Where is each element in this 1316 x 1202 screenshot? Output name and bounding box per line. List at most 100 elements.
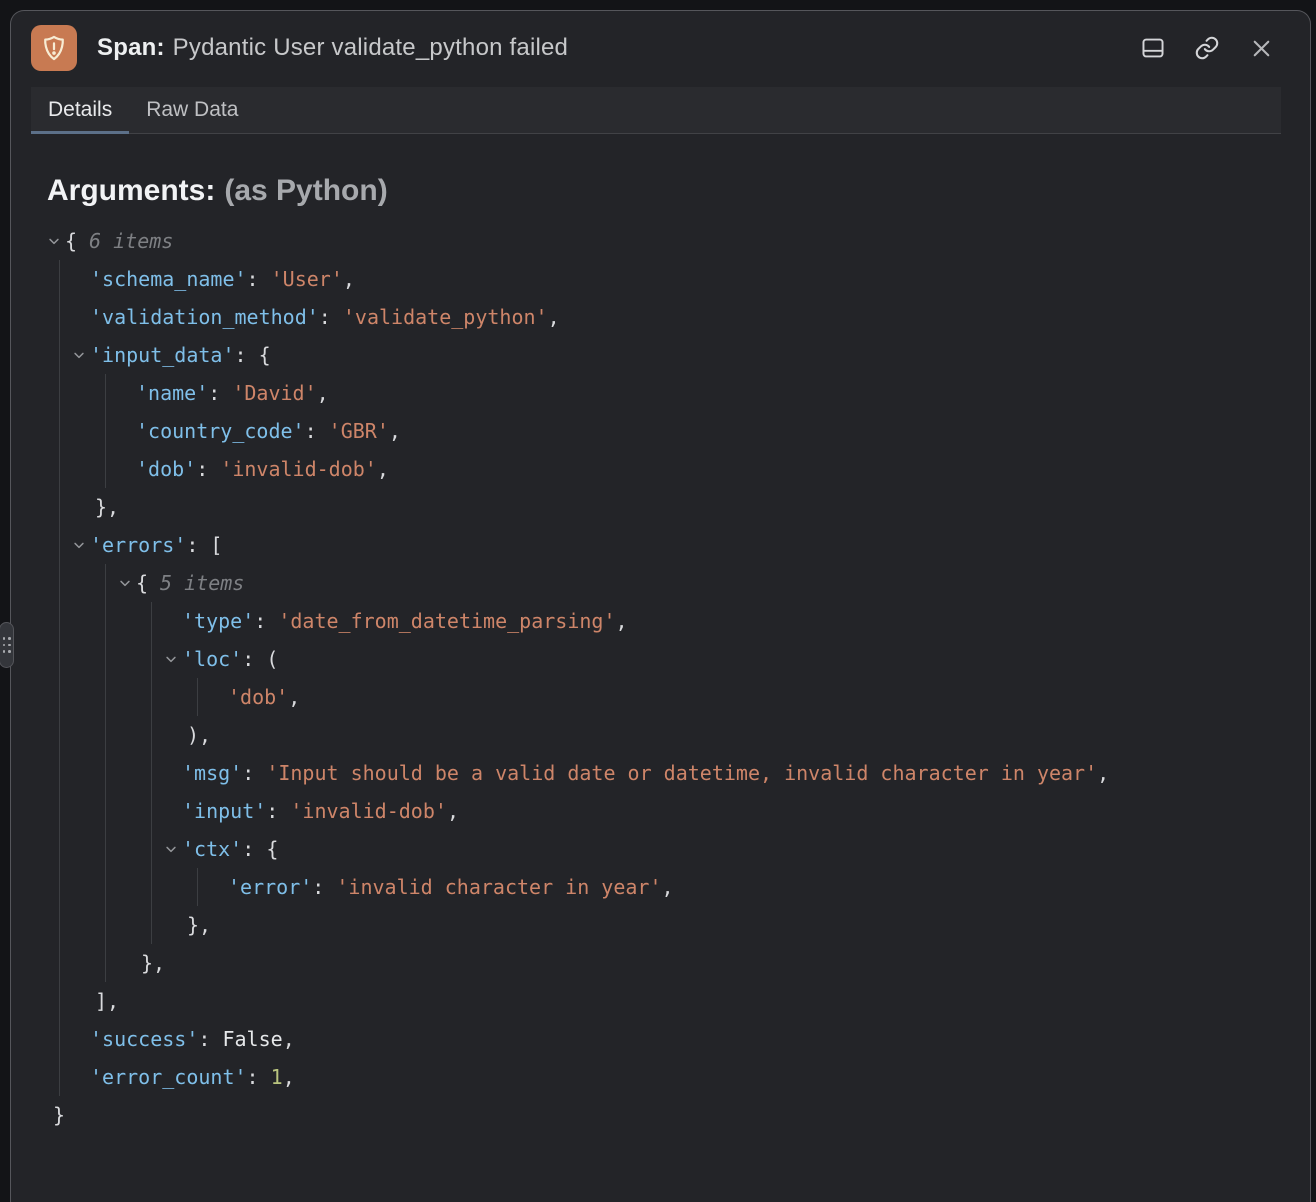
tree-punct: , — [662, 875, 674, 899]
tree-children: 'type': 'date_from_datetime_parsing', 'lo… — [151, 602, 1310, 944]
tree-value: 'User' — [271, 267, 343, 291]
tree-children: 'dob', — [197, 678, 1310, 716]
tab-details[interactable]: Details — [31, 87, 129, 133]
tree-key: 'dob' — [136, 457, 196, 481]
tree-close-bracket: ], — [95, 989, 119, 1013]
tree-key: 'ctx' — [182, 837, 242, 861]
tree-punct: : — [305, 419, 329, 443]
tree-punct: : — [242, 761, 266, 785]
tree-value: 'invalid-dob' — [220, 457, 377, 481]
tree-row: 'schema_name': 'User', — [60, 260, 1310, 298]
tree-children: 'error': 'invalid character in year', — [197, 868, 1310, 906]
tree-punct: , — [317, 381, 329, 405]
tree-row: 'validation_method': 'validate_python', — [60, 298, 1310, 336]
tree-key: 'msg' — [182, 761, 242, 785]
tree-row: 'dob', — [198, 678, 1310, 716]
dock-bottom-icon — [1140, 35, 1166, 61]
tree-row: }, — [106, 944, 1310, 982]
tree-key: 'schema_name' — [90, 267, 247, 291]
tree-value: 'Input should be a valid date or datetim… — [266, 761, 1097, 785]
chevron-down-icon[interactable] — [47, 234, 61, 248]
close-button[interactable] — [1246, 33, 1276, 63]
tree-key: 'success' — [90, 1027, 198, 1051]
tree-punct: : — [247, 1065, 271, 1089]
panel-title-kind: Span: — [97, 34, 165, 61]
tree-punct: : — [312, 875, 336, 899]
tree-item-count: 6 items — [89, 229, 173, 253]
tree-punct: : — [254, 609, 278, 633]
grip-dots — [8, 637, 11, 653]
tree-punct: , — [447, 799, 459, 823]
tree-open-bracket: [ — [210, 533, 222, 557]
tree-punct: , — [343, 267, 355, 291]
tree-key: 'input_data' — [90, 343, 235, 367]
chevron-down-icon[interactable] — [164, 842, 178, 856]
span-detail-panel: Span: Pydantic User validate_python faile… — [10, 10, 1311, 1202]
tree-children: {5 items'type': 'date_from_datetime_pars… — [105, 564, 1310, 982]
tree-value: 'David' — [232, 381, 316, 405]
tree-row: {5 items — [106, 564, 1310, 602]
panel-title: Span: Pydantic User validate_python faile… — [97, 34, 568, 62]
tree-value: 'dob' — [228, 685, 288, 709]
chevron-down-icon[interactable] — [164, 652, 178, 666]
tree-value: 'invalid character in year' — [336, 875, 661, 899]
tree-row: }, — [152, 906, 1310, 944]
tree-key: 'type' — [182, 609, 254, 633]
tree-punct: : — [186, 533, 210, 557]
link-icon — [1194, 35, 1220, 61]
tree-value: 'date_from_datetime_parsing' — [278, 609, 615, 633]
tree-row: ], — [60, 982, 1310, 1020]
tree-punct: : — [208, 381, 232, 405]
resize-handle[interactable] — [0, 622, 14, 668]
tree-row: 'loc': ( — [152, 640, 1310, 678]
tree-row: {6 items — [11, 222, 1310, 260]
tree-row: }, — [60, 488, 1310, 526]
tree-key: 'errors' — [90, 533, 186, 557]
tree-close-bracket: }, — [141, 951, 165, 975]
tree-punct: : — [196, 457, 220, 481]
tree-key: 'loc' — [182, 647, 242, 671]
chevron-down-icon[interactable] — [118, 576, 132, 590]
tree-key: 'country_code' — [136, 419, 305, 443]
copy-link-button[interactable] — [1192, 33, 1222, 63]
tree-open-bracket: ( — [266, 647, 278, 671]
tree-punct: : — [235, 343, 259, 367]
arguments-heading-suffix: (as Python) — [224, 174, 387, 207]
dock-panel-button[interactable] — [1138, 33, 1168, 63]
tree-row: ), — [152, 716, 1310, 754]
tree-open-bracket: { — [259, 343, 271, 367]
tree-key: 'validation_method' — [90, 305, 319, 329]
tree-close-bracket: } — [53, 1103, 65, 1127]
tree-punct: , — [283, 1027, 295, 1051]
chevron-down-icon[interactable] — [72, 348, 86, 362]
tree-row: 'error': 'invalid character in year', — [198, 868, 1310, 906]
tree-punct: , — [548, 305, 560, 329]
tree-punct: , — [1097, 761, 1109, 785]
chevron-down-icon[interactable] — [72, 538, 86, 552]
tree-open-bracket: { — [136, 571, 148, 595]
tree-punct: : — [266, 799, 290, 823]
tree-children: 'schema_name': 'User','validation_method… — [59, 260, 1310, 1096]
tree-children: 'name': 'David','country_code': 'GBR','d… — [105, 374, 1310, 488]
tree-key: 'name' — [136, 381, 208, 405]
grip-dots — [3, 637, 6, 653]
tree-punct: , — [389, 419, 401, 443]
tab-raw-data[interactable]: Raw Data — [129, 87, 255, 133]
tree-close-bracket: }, — [95, 495, 119, 519]
tree-row: 'errors': [ — [60, 526, 1310, 564]
tree-value: False — [222, 1027, 282, 1051]
tree-row: 'success': False, — [60, 1020, 1310, 1058]
tree-punct: : — [247, 267, 271, 291]
tree-punct: : — [198, 1027, 222, 1051]
arguments-heading: Arguments:(as Python) — [47, 174, 1310, 208]
tree-punct: : — [242, 647, 266, 671]
tree-row: 'msg': 'Input should be a valid date or … — [152, 754, 1310, 792]
tree-close-bracket: }, — [187, 913, 211, 937]
tree-row: 'name': 'David', — [106, 374, 1310, 412]
tree-row: } — [11, 1096, 1310, 1134]
tree-row: 'input': 'invalid-dob', — [152, 792, 1310, 830]
tree-row: 'country_code': 'GBR', — [106, 412, 1310, 450]
panel-title-text: Pydantic User validate_python failed — [173, 34, 568, 61]
tree-value: 1 — [271, 1065, 283, 1089]
tree-punct: , — [283, 1065, 295, 1089]
